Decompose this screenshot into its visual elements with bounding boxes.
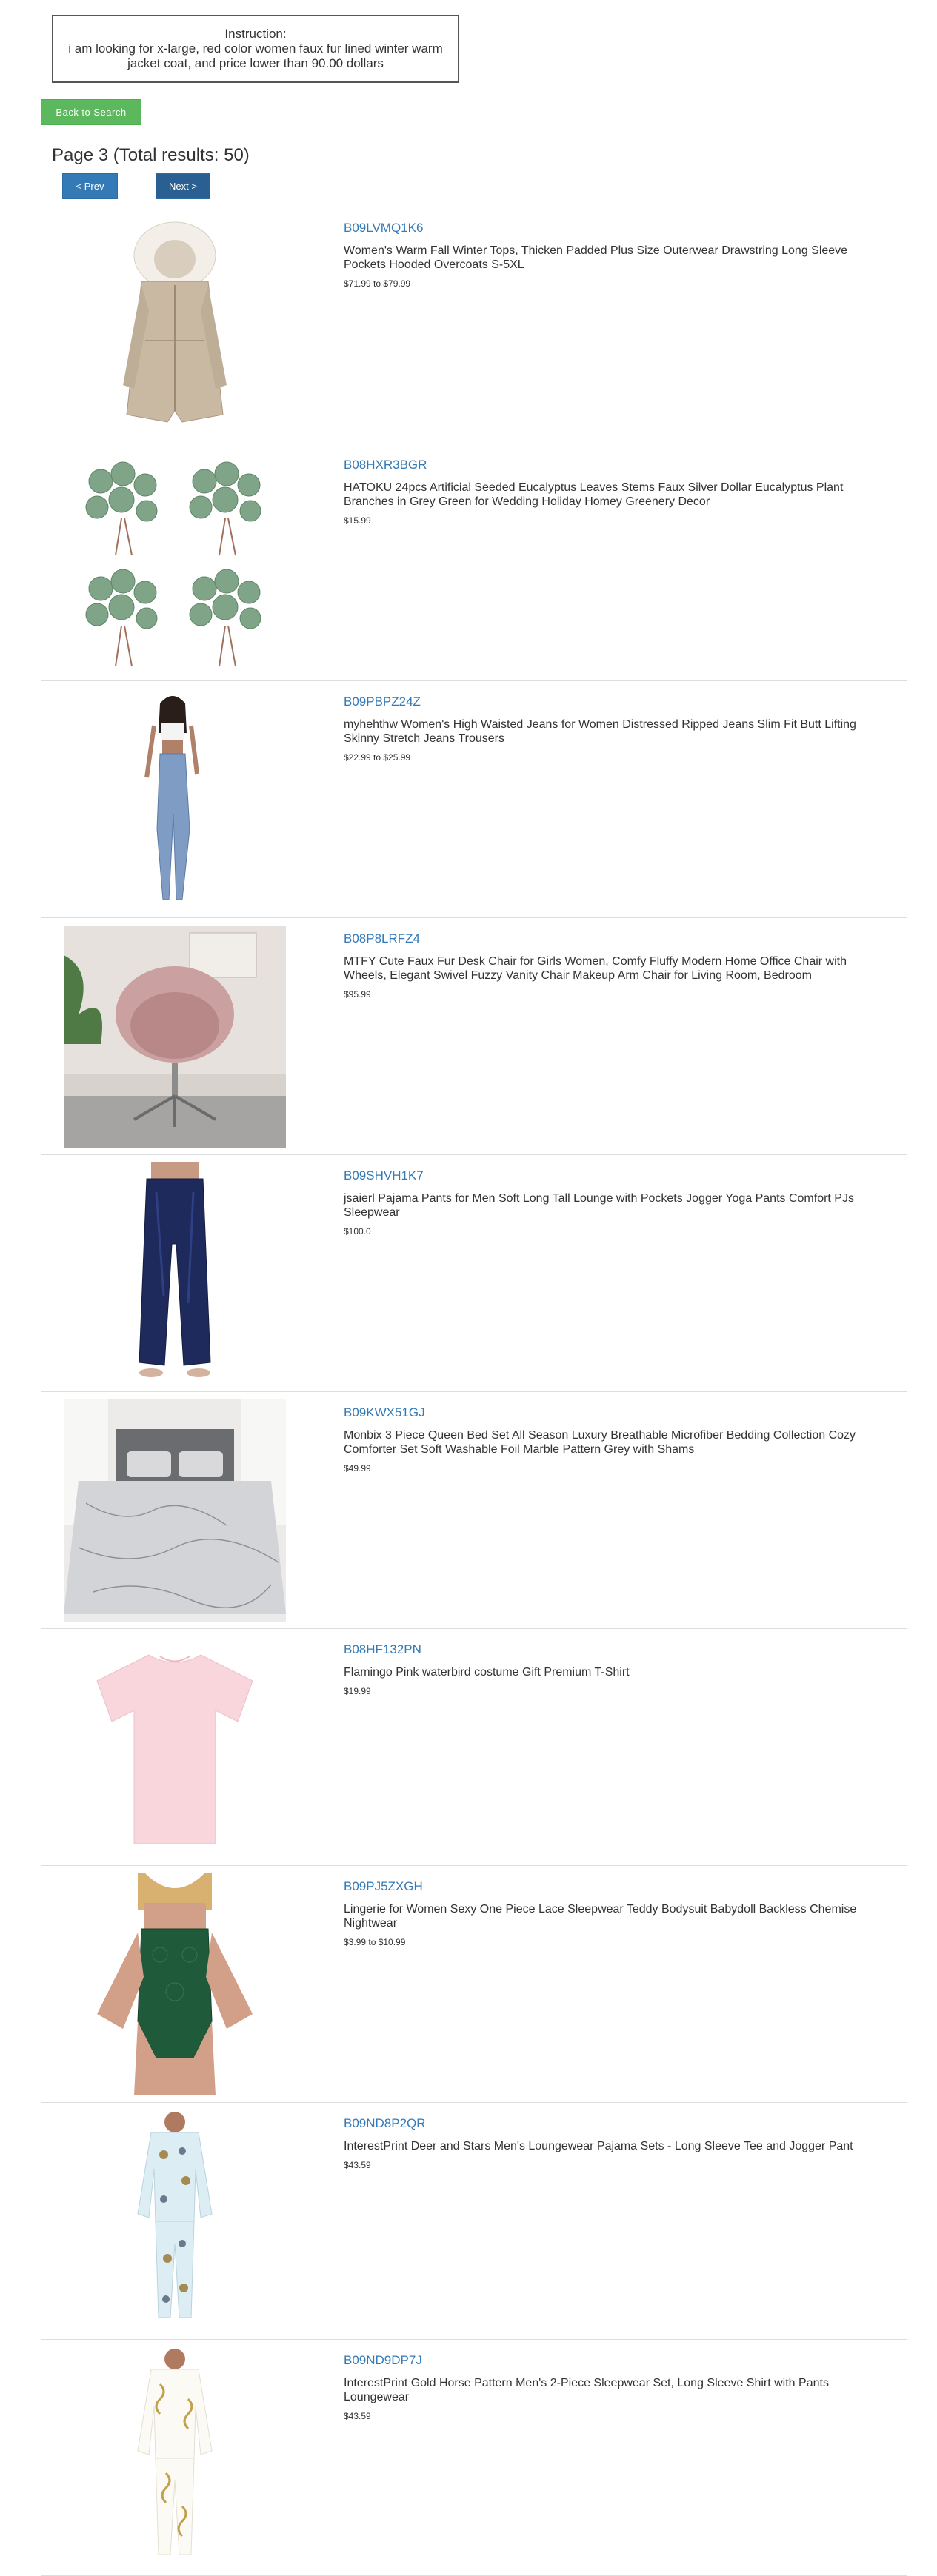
product-title: jsaierl Pajama Pants for Men Soft Long T… <box>344 1192 854 1219</box>
prev-page-button[interactable]: < Prev <box>62 173 118 199</box>
product-image[interactable] <box>64 926 286 1148</box>
results-list: B09LVMQ1K6 Women's Warm Fall Winter Tops… <box>41 207 907 2576</box>
back-to-search-button[interactable]: Back to Search <box>41 99 141 125</box>
product-image[interactable] <box>64 1162 286 1385</box>
product-asin-link[interactable]: B09KWX51GJ <box>344 1405 892 1420</box>
instruction-heading: Instruction: <box>224 27 287 41</box>
product-price: $3.99 to $10.99 <box>344 1937 406 1947</box>
product-asin-link[interactable]: B09PJ5ZXGH <box>344 1879 892 1894</box>
product-asin-link[interactable]: B09SHVH1K7 <box>344 1168 892 1183</box>
product-title: Flamingo Pink waterbird costume Gift Pre… <box>344 1666 630 1679</box>
product-image[interactable] <box>64 1399 286 1622</box>
result-item: B09LVMQ1K6 Women's Warm Fall Winter Tops… <box>41 207 907 444</box>
result-item: B09PJ5ZXGH Lingerie for Women Sexy One P… <box>41 1865 907 2102</box>
product-title: Monbix 3 Piece Queen Bed Set All Season … <box>344 1429 856 1456</box>
page-title: Page 3 (Total results: 50) <box>52 145 250 165</box>
product-title: myhehthw Women's High Waisted Jeans for … <box>344 718 856 745</box>
result-item: B09PBPZ24Z myhehthw Women's High Waisted… <box>41 680 907 917</box>
product-title: Lingerie for Women Sexy One Piece Lace S… <box>344 1903 857 1930</box>
product-image[interactable] <box>64 1873 286 2095</box>
product-asin-link[interactable]: B09PBPZ24Z <box>344 695 892 709</box>
result-item: B09SHVH1K7 jsaierl Pajama Pants for Men … <box>41 1154 907 1391</box>
result-item: B09ND8P2QR InterestPrint Deer and Stars … <box>41 2102 907 2339</box>
product-price: $22.99 to $25.99 <box>344 752 411 763</box>
instruction-box: Instruction: i am looking for x-large, r… <box>52 15 459 83</box>
product-price: $43.59 <box>344 2411 371 2421</box>
product-image[interactable] <box>64 215 286 437</box>
result-item: B09ND9DP7J InterestPrint Gold Horse Patt… <box>41 2339 907 2576</box>
product-image[interactable] <box>64 2347 286 2569</box>
product-image[interactable] <box>64 452 286 674</box>
result-item: B08HF132PN Flamingo Pink waterbird costu… <box>41 1628 907 1865</box>
product-price: $43.59 <box>344 2160 371 2170</box>
product-asin-link[interactable]: B09ND8P2QR <box>344 2116 892 2131</box>
product-asin-link[interactable]: B09LVMQ1K6 <box>344 221 892 235</box>
next-page-button[interactable]: Next > <box>156 173 210 199</box>
product-price: $49.99 <box>344 1463 371 1473</box>
product-price: $95.99 <box>344 989 371 1000</box>
product-asin-link[interactable]: B08HF132PN <box>344 1642 892 1657</box>
result-item: B09KWX51GJ Monbix 3 Piece Queen Bed Set … <box>41 1391 907 1628</box>
product-asin-link[interactable]: B08HXR3BGR <box>344 458 892 472</box>
product-price: $71.99 to $79.99 <box>344 278 411 289</box>
instruction-text: i am looking for x-large, red color wome… <box>68 41 443 70</box>
product-asin-link[interactable]: B09ND9DP7J <box>344 2353 892 2368</box>
product-image[interactable] <box>64 2110 286 2332</box>
product-title: Women's Warm Fall Winter Tops, Thicken P… <box>344 244 848 271</box>
product-title: HATOKU 24pcs Artificial Seeded Eucalyptu… <box>344 481 844 508</box>
product-image[interactable] <box>64 1636 286 1859</box>
product-price: $19.99 <box>344 1686 371 1696</box>
product-title: MTFY Cute Faux Fur Desk Chair for Girls … <box>344 955 847 982</box>
result-item: B08P8LRFZ4 MTFY Cute Faux Fur Desk Chair… <box>41 917 907 1154</box>
product-title: InterestPrint Gold Horse Pattern Men's 2… <box>344 2377 829 2403</box>
product-title: InterestPrint Deer and Stars Men's Loung… <box>344 2140 853 2152</box>
product-image[interactable] <box>64 689 286 911</box>
product-asin-link[interactable]: B08P8LRFZ4 <box>344 931 892 946</box>
result-item: B08HXR3BGR HATOKU 24pcs Artificial Seede… <box>41 444 907 680</box>
product-price: $15.99 <box>344 515 371 526</box>
product-price: $100.0 <box>344 1226 371 1237</box>
